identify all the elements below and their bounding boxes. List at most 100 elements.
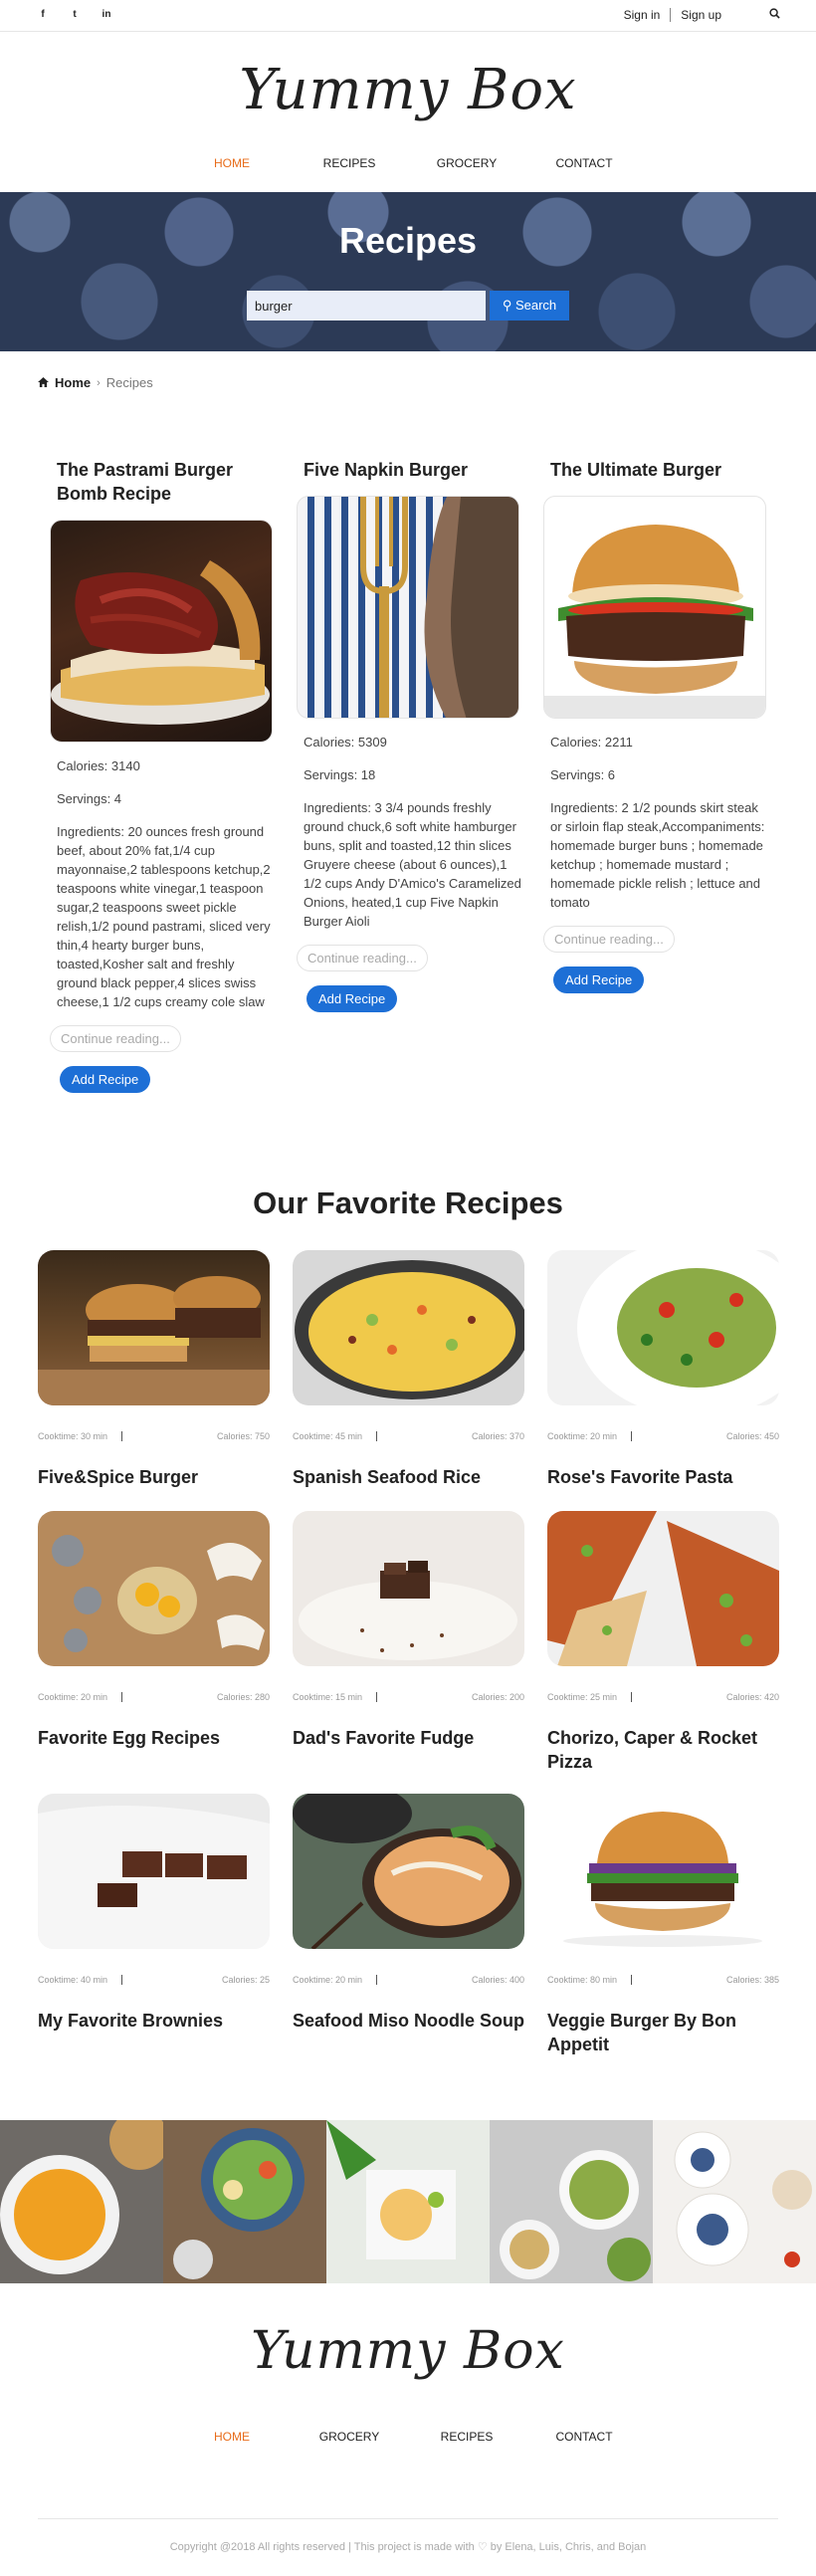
calories: Calories: 280 [216,1692,270,1702]
recipe-title[interactable]: The Pastrami Burger Bomb Recipe [57,458,275,506]
recipe-servings: Servings: 4 [57,791,122,806]
recipe-image[interactable] [293,1511,524,1666]
cooktime: Cooktime: 20 min [293,1975,363,1985]
main-nav: HOME RECIPES GROCERY CONTACT [0,156,816,170]
footer-nav-grocery[interactable]: GROCERY [291,2430,408,2444]
gallery-image [326,2120,490,2283]
recipe-image[interactable] [547,1250,779,1405]
cooktime: Cooktime: 80 min [547,1975,618,1985]
gallery-image [653,2120,816,2283]
recipe-name[interactable]: Five&Spice Burger [38,1465,270,1489]
add-recipe-button[interactable]: Add Recipe [306,985,398,1012]
recipe-image[interactable] [38,1511,270,1666]
sign-up-link[interactable]: Sign up [681,8,721,22]
calories: Calories: 420 [725,1692,779,1702]
recipe-name[interactable]: Seafood Miso Noodle Soup [293,2009,524,2033]
recipe-name[interactable]: Chorizo, Caper & Rocket Pizza [547,1726,779,1774]
favorite-recipe-card[interactable]: Cooktime: 20 min Calories: 450 Rose's Fav… [547,1250,779,1489]
recipe-image[interactable] [293,1794,524,1949]
chevron-right-icon: › [97,376,101,389]
photo-gallery-strip [0,2120,816,2283]
breadcrumb-home[interactable]: Home [55,375,91,390]
recipe-name[interactable]: Veggie Burger By Bon Appetit [547,2009,779,2056]
recipe-title[interactable]: Five Napkin Burger [304,458,521,482]
recipe-search: ⚲ Search [247,291,569,321]
recipe-image[interactable] [543,496,766,719]
gallery-image [163,2120,326,2283]
favorite-recipe-card[interactable]: Cooktime: 25 min Calories: 420 Chorizo, C… [547,1511,779,1774]
linkedin-icon[interactable]: in [100,9,113,20]
search-input[interactable] [247,291,486,321]
recipe-ingredients: Ingredients: 2 1/2 pounds skirt steak or… [550,800,765,910]
site-logo[interactable]: Yummy Box [0,58,816,122]
page-title: Recipes [338,220,478,261]
recipe-image[interactable] [38,1794,270,1949]
cooktime: Cooktime: 20 min [38,1692,108,1702]
top-bar: f t in Sign in Sign up [0,0,816,32]
cooktime: Cooktime: 45 min [293,1431,363,1441]
continue-reading-button[interactable]: Continue reading... [50,1025,181,1052]
breadcrumb: Home › Recipes [38,375,153,390]
recipe-image[interactable] [50,520,273,743]
footer-nav-home[interactable]: HOME [173,2430,291,2444]
favorite-recipe-card[interactable]: Cooktime: 40 min Calories: 25 My Favorite… [38,1794,270,2033]
recipe-ingredients: Ingredients: 20 ounces fresh ground beef… [57,824,271,1009]
nav-recipes[interactable]: RECIPES [291,156,408,170]
breadcrumb-current: Recipes [105,375,153,390]
favorite-recipe-card[interactable]: Cooktime: 30 min Calories: 750 Five&Spice… [38,1250,270,1489]
recipe-image[interactable] [293,1250,524,1405]
search-icon[interactable] [769,8,780,22]
hero-banner: Recipes ⚲ Search [0,192,816,351]
divider [670,8,672,22]
add-recipe-button[interactable]: Add Recipe [553,966,645,993]
social-links: f t in [36,9,113,20]
recipe-name[interactable]: Rose's Favorite Pasta [547,1465,779,1489]
recipe-image[interactable] [297,496,519,719]
recipe-calories: Calories: 5309 [304,735,387,750]
search-button-label: Search [514,298,557,313]
recipe-calories: Calories: 2211 [550,735,633,750]
favorite-recipe-card[interactable]: Cooktime: 20 min Calories: 280 Favorite E… [38,1511,270,1750]
footer-nav: HOME GROCERY RECIPES CONTACT [0,2430,816,2444]
recipe-name[interactable]: Dad's Favorite Fudge [293,1726,524,1750]
recipe-calories: Calories: 3140 [57,758,140,773]
recipe-name[interactable]: My Favorite Brownies [38,2009,270,2033]
sign-in-link[interactable]: Sign in [624,8,661,22]
search-button[interactable]: ⚲ Search [490,291,569,321]
add-recipe-button[interactable]: Add Recipe [60,1066,151,1093]
calories: Calories: 400 [471,1975,524,1985]
calories: Calories: 200 [471,1692,524,1702]
recipe-image[interactable] [547,1511,779,1666]
footer-logo[interactable]: Yummy Box [0,2321,816,2381]
calories: Calories: 450 [725,1431,779,1441]
home-icon [38,375,49,390]
continue-reading-button[interactable]: Continue reading... [543,926,675,953]
recipe-ingredients: Ingredients: 3 3/4 pounds freshly ground… [304,800,521,929]
twitter-icon[interactable]: t [68,9,82,20]
cooktime: Cooktime: 40 min [38,1975,108,1985]
footer-nav-contact[interactable]: CONTACT [525,2430,643,2444]
favorite-recipe-card[interactable]: Cooktime: 80 min Calories: 385 Veggie Bur… [547,1794,779,2056]
favorite-recipe-card[interactable]: Cooktime: 45 min Calories: 370 Spanish Se… [293,1250,524,1489]
recipe-name[interactable]: Favorite Egg Recipes [38,1726,270,1750]
recipe-image[interactable] [38,1250,270,1405]
nav-home[interactable]: HOME [173,156,291,170]
favorites-heading: Our Favorite Recipes [253,1185,563,1220]
recipe-image[interactable] [547,1794,779,1949]
cooktime: Cooktime: 15 min [293,1692,363,1702]
footer-nav-recipes[interactable]: RECIPES [408,2430,525,2444]
recipe-name[interactable]: Spanish Seafood Rice [293,1465,524,1489]
gallery-image [490,2120,653,2283]
nav-grocery[interactable]: GROCERY [408,156,525,170]
favorite-recipe-card[interactable]: Cooktime: 15 min Calories: 200 Dad's Favo… [293,1511,524,1750]
cooktime: Cooktime: 25 min [547,1692,618,1702]
continue-reading-button[interactable]: Continue reading... [297,945,428,971]
recipe-title[interactable]: The Ultimate Burger [550,458,768,482]
favorite-recipe-card[interactable]: Cooktime: 20 min Calories: 400 Seafood Mi… [293,1794,524,2033]
calories: Calories: 385 [725,1975,779,1985]
facebook-icon[interactable]: f [36,9,50,20]
nav-contact[interactable]: CONTACT [525,156,643,170]
copyright-text: Copyright @2018 All rights reserved | Th… [169,2541,647,2553]
calories: Calories: 370 [471,1431,524,1441]
cooktime: Cooktime: 20 min [547,1431,618,1441]
